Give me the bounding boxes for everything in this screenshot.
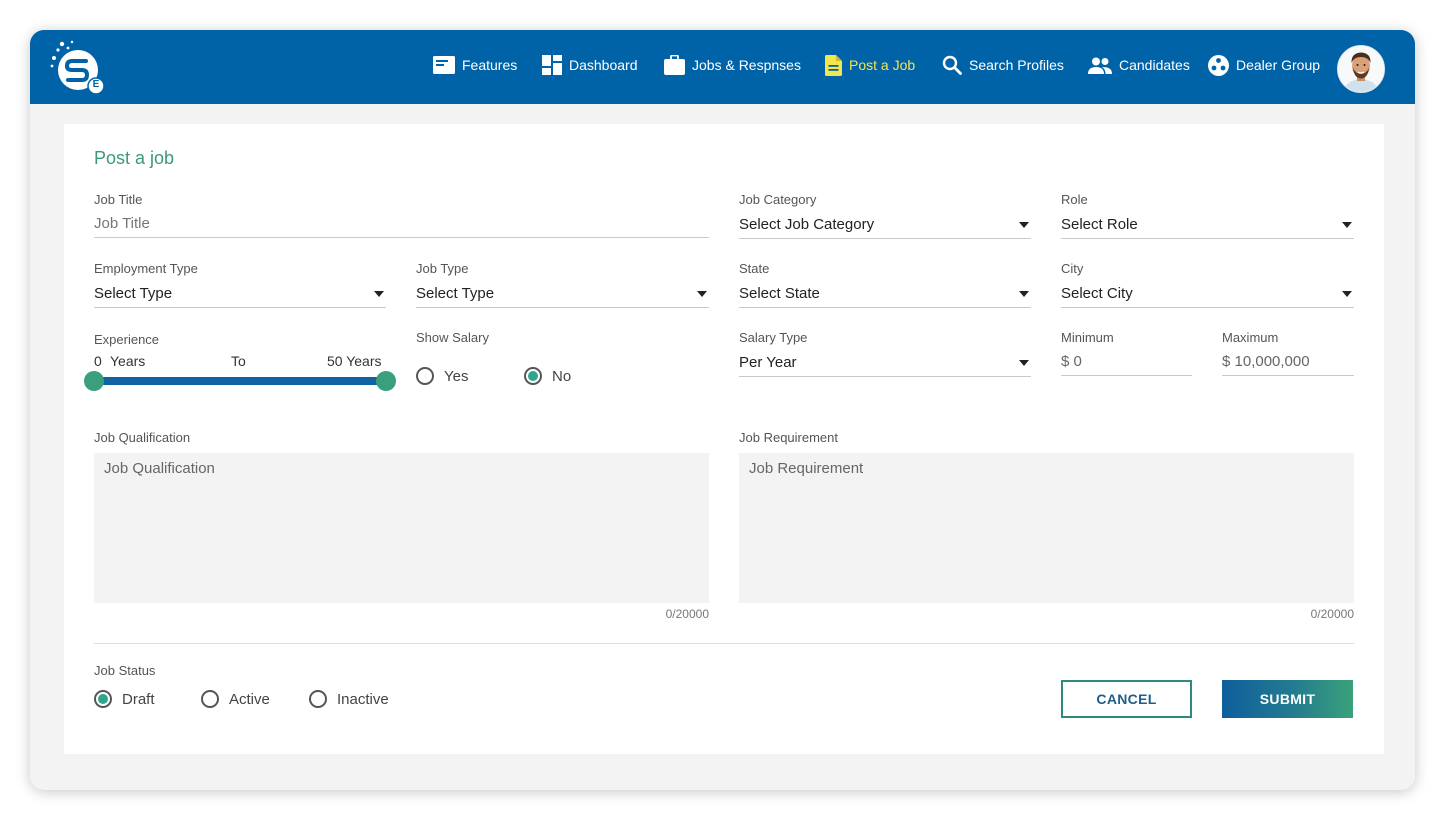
show-salary-yes-radio[interactable] — [416, 367, 434, 385]
job-status-inactive-radio[interactable] — [309, 690, 327, 708]
experience-max-label: 50 Years — [327, 353, 382, 369]
nav-item-label: Search Profiles — [969, 57, 1064, 73]
experience-min-value: 0 — [94, 353, 102, 369]
nav-item-dashboard[interactable]: Dashboard — [542, 52, 638, 78]
minimum-salary-value: $ 0 — [1061, 352, 1082, 370]
nav-item-label: Dealer Group — [1236, 57, 1321, 73]
city-label: City — [1061, 261, 1084, 276]
dropdown-caret-icon — [1019, 222, 1029, 228]
job-category-value: Select Job Category — [739, 215, 875, 233]
experience-label: Experience — [94, 332, 160, 347]
job-requirement-label: Job Requirement — [739, 430, 838, 445]
maximum-salary-input[interactable]: $ 10,000,000 — [1222, 347, 1354, 376]
salary-type-label: Salary Type — [739, 330, 808, 345]
cancel-button[interactable]: CANCEL — [1061, 680, 1192, 718]
job-status-draft-label: Draft — [122, 691, 155, 708]
section-divider — [94, 643, 1354, 644]
dropdown-caret-icon — [697, 291, 707, 297]
role-select[interactable]: Select Role — [1061, 210, 1354, 239]
nav-item-jobs-responses[interactable]: Jobs & Respnses — [664, 52, 801, 78]
nav-item-label: Features — [462, 57, 518, 73]
nav-item-label: Post a Job — [849, 57, 916, 73]
minimum-salary-label: Minimum — [1061, 330, 1114, 345]
briefcase-icon — [664, 55, 685, 75]
page-title: Post a job — [94, 148, 175, 168]
experience-min-unit: Years — [110, 353, 146, 369]
dropdown-caret-icon — [1019, 360, 1029, 366]
job-qualification-counter: 0/20000 — [665, 607, 709, 621]
employment-type-label: Employment Type — [94, 261, 198, 276]
job-category-select[interactable]: Select Job Category — [739, 210, 1031, 239]
state-label: State — [739, 261, 770, 276]
experience-max-handle[interactable] — [376, 371, 396, 391]
user-photo-icon — [1338, 46, 1384, 92]
people-icon — [1088, 57, 1112, 74]
state-value: Select State — [739, 284, 820, 302]
nav-item-features[interactable]: Features — [433, 52, 517, 78]
job-type-select[interactable]: Select Type — [416, 279, 709, 308]
search-icon — [942, 55, 962, 75]
job-title-input[interactable] — [94, 209, 709, 238]
dropdown-caret-icon — [1342, 222, 1352, 228]
dropdown-caret-icon — [1342, 291, 1352, 297]
employment-type-value: Select Type — [94, 284, 173, 302]
top-navbar: E Features Dashboard Jobs & Respnses Pos… — [30, 30, 1415, 104]
minimum-salary-input[interactable]: $ 0 — [1061, 347, 1192, 376]
state-select[interactable]: Select State — [739, 279, 1031, 308]
job-status-label: Job Status — [94, 663, 156, 678]
user-avatar[interactable] — [1337, 45, 1385, 93]
city-select[interactable]: Select City — [1061, 279, 1354, 308]
maximum-salary-label: Maximum — [1222, 330, 1279, 345]
job-type-value: Select Type — [416, 284, 495, 302]
nav-item-candidates[interactable]: Candidates — [1088, 52, 1190, 78]
app-window: E Features Dashboard Jobs & Respnses Pos… — [30, 30, 1415, 790]
job-category-label: Job Category — [739, 192, 817, 207]
show-salary-no-label: No — [552, 368, 572, 385]
city-value: Select City — [1061, 284, 1133, 302]
role-value: Select Role — [1061, 215, 1138, 233]
window-icon — [433, 56, 455, 74]
experience-to-label: To — [231, 353, 246, 369]
show-salary-yes-label: Yes — [444, 368, 469, 385]
nav-item-label: Dashboard — [569, 57, 638, 73]
employment-type-select[interactable]: Select Type — [94, 279, 386, 308]
job-requirement-counter: 0/20000 — [1310, 607, 1354, 621]
maximum-salary-value: $ 10,000,000 — [1222, 352, 1310, 370]
job-type-label: Job Type — [416, 261, 469, 276]
group-icon — [1208, 54, 1229, 76]
job-status-active-radio[interactable] — [201, 690, 219, 708]
nav-item-label: Jobs & Respnses — [692, 57, 801, 73]
show-salary-no-radio[interactable] — [524, 367, 542, 385]
salary-type-value: Per Year — [739, 353, 797, 371]
salary-type-select[interactable]: Per Year — [739, 348, 1031, 377]
show-salary-label: Show Salary — [416, 330, 489, 345]
job-status-inactive-label: Inactive — [337, 691, 389, 708]
job-title-label: Job Title — [94, 192, 143, 207]
experience-min-handle[interactable] — [84, 371, 104, 391]
dropdown-caret-icon — [1019, 291, 1029, 297]
nav-item-post-job[interactable]: Post a Job — [825, 52, 915, 78]
nav-item-label: Candidates — [1119, 57, 1190, 73]
job-requirement-textarea[interactable] — [739, 453, 1354, 603]
dashboard-icon — [542, 55, 562, 75]
job-qualification-textarea[interactable] — [94, 453, 709, 603]
nav-item-dealer-group[interactable]: Dealer Group — [1208, 52, 1320, 78]
dropdown-caret-icon — [374, 291, 384, 297]
job-status-draft-radio[interactable] — [94, 690, 112, 708]
job-status-active-label: Active — [229, 691, 270, 708]
document-icon — [825, 54, 842, 76]
submit-button[interactable]: SUBMIT — [1222, 680, 1353, 718]
app-logo[interactable]: E — [48, 38, 108, 96]
experience-slider-track[interactable] — [94, 377, 386, 385]
job-qualification-label: Job Qualification — [94, 430, 191, 445]
post-job-form: Post a job Job Title Job Category Select… — [64, 124, 1384, 754]
role-label: Role — [1061, 192, 1088, 207]
nav-item-search-profiles[interactable]: Search Profiles — [942, 52, 1064, 78]
logo-badge-text: E — [92, 79, 100, 90]
